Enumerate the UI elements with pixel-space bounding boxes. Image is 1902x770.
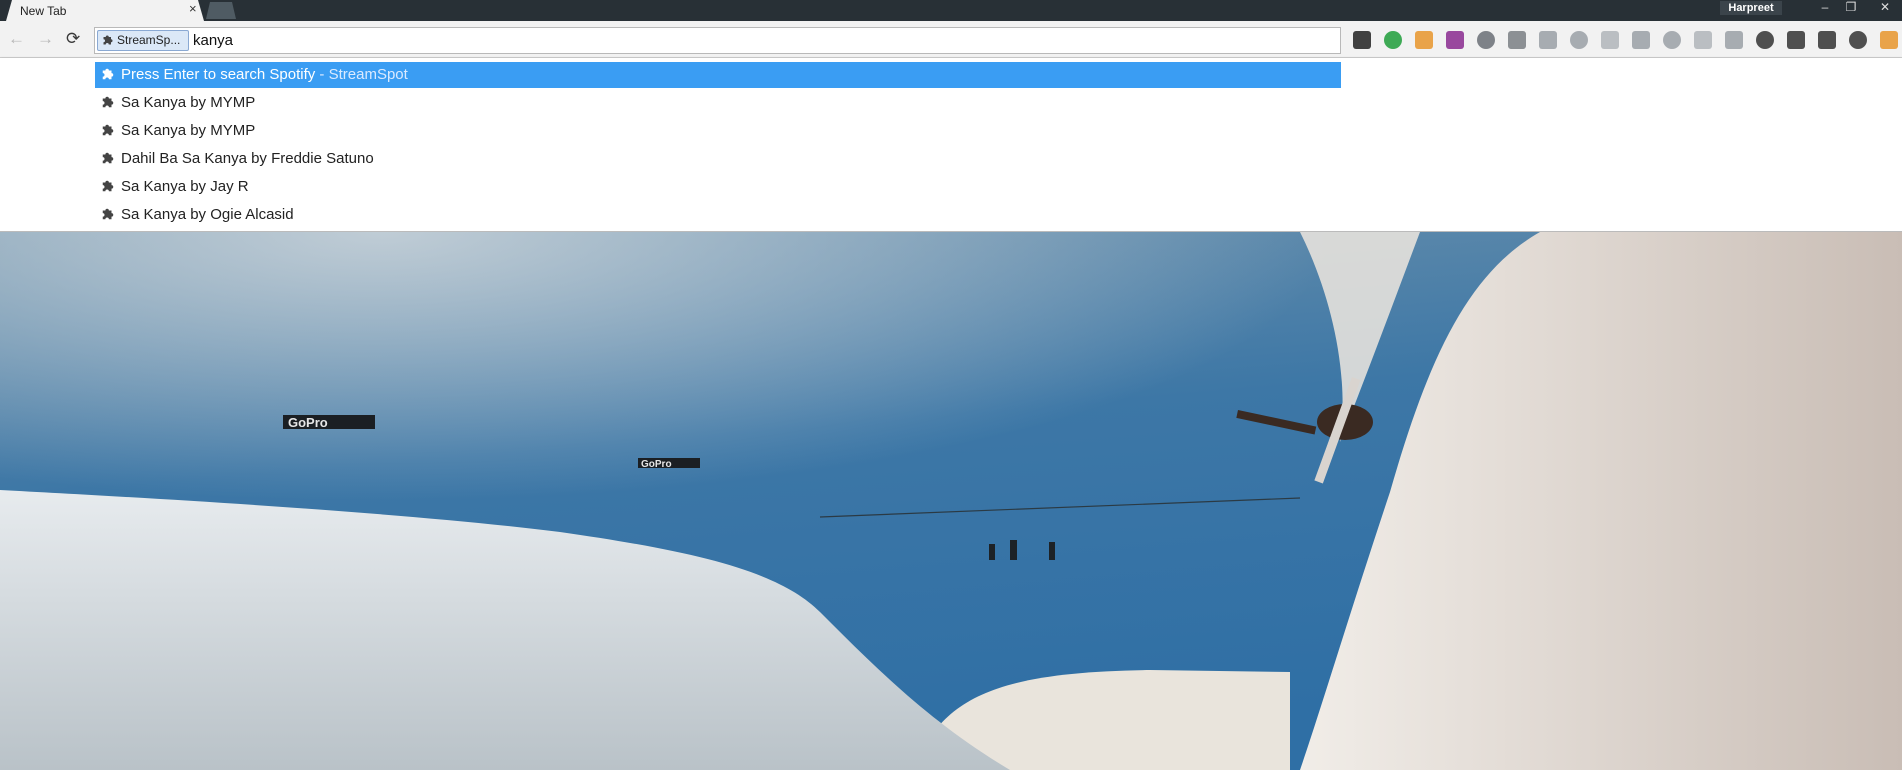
suggestion-text: Sa Kanya by Ogie Alcasid: [121, 206, 294, 223]
forward-button[interactable]: →: [37, 30, 54, 48]
ublock-shield-icon[interactable]: [1474, 28, 1498, 52]
puzzle-icon: [102, 180, 114, 192]
suggestion-text: Press Enter to search Spotify: [121, 66, 316, 83]
toolbar: ← → ⟳ StreamSp... kanya: [0, 21, 1902, 58]
omnibox-dropdown: Press Enter to search Spotify - StreamSp…: [0, 58, 1902, 232]
suggestion-item[interactable]: Sa Kanya by MYMP: [95, 118, 1341, 144]
puzzle-icon: [102, 124, 114, 136]
tab-new-tab[interactable]: New Tab ×: [6, 0, 204, 21]
pocket-icon[interactable]: [1753, 28, 1777, 52]
cloud-sync-icon[interactable]: [1598, 28, 1622, 52]
minimize-button[interactable]: –: [1814, 0, 1836, 16]
maximize-button[interactable]: ❐: [1840, 0, 1862, 16]
tab-close-icon[interactable]: ×: [189, 2, 197, 16]
gopro-banner-1-text: GoPro: [288, 415, 328, 430]
new-tab-button[interactable]: [206, 2, 236, 19]
extensions-bar: [1350, 28, 1901, 52]
profile-button[interactable]: Harpreet: [1720, 1, 1782, 15]
puzzle-icon: [102, 96, 114, 108]
css-icon[interactable]: [1536, 28, 1560, 52]
suggestion-item[interactable]: Sa Kanya by Jay R: [95, 174, 1341, 200]
suggestion-item[interactable]: Press Enter to search Spotify - StreamSp…: [95, 62, 1341, 88]
omnibox-query[interactable]: kanya: [193, 32, 233, 49]
wheel-icon[interactable]: [1815, 28, 1839, 52]
close-window-button[interactable]: ✕: [1874, 0, 1896, 16]
d-green-circle-icon[interactable]: [1381, 28, 1405, 52]
ext-overflow-icon[interactable]: [1877, 28, 1901, 52]
suggestion-text: Dahil Ba Sa Kanya by Freddie Satuno: [121, 150, 374, 167]
gopro-banner-2-text: GoPro: [641, 459, 672, 470]
s-box-icon[interactable]: [1846, 28, 1870, 52]
puzzle-icon: [103, 35, 113, 45]
suggestion-item[interactable]: Dahil Ba Sa Kanya by Freddie Satuno: [95, 146, 1341, 172]
m-circle-icon[interactable]: [1691, 28, 1715, 52]
drive-icon[interactable]: [1567, 28, 1591, 52]
title-bar: New Tab × Harpreet – ❐ ✕: [0, 0, 1902, 21]
keyword-chip-label: StreamSp...: [117, 33, 181, 47]
back-button[interactable]: ←: [8, 30, 25, 48]
cast-icon[interactable]: [1784, 28, 1808, 52]
puzzle-icon: [102, 208, 114, 220]
puzzle-icon: [102, 68, 114, 80]
puzzle-icon: [102, 152, 114, 164]
k-box-icon[interactable]: [1660, 28, 1684, 52]
suggestion-item[interactable]: Sa Kanya by MYMP: [95, 90, 1341, 116]
tab-title: New Tab: [20, 4, 67, 18]
database-icon[interactable]: [1722, 28, 1746, 52]
magnifier-icon[interactable]: [1629, 28, 1653, 52]
purple-s-icon[interactable]: [1443, 28, 1467, 52]
reload-button[interactable]: ⟳: [66, 30, 80, 48]
new-tab-background-photo: GoPro GoPro: [0, 232, 1902, 770]
suggestion-text: Sa Kanya by MYMP: [121, 122, 256, 139]
s-green-arrow-icon[interactable]: [1350, 28, 1374, 52]
grey-circle-icon[interactable]: [1505, 28, 1529, 52]
orange-bag-icon[interactable]: [1412, 28, 1436, 52]
suggestion-description: - StreamSpot: [315, 66, 408, 83]
omnibox[interactable]: StreamSp... kanya: [94, 27, 1341, 54]
suggestion-text: Sa Kanya by MYMP: [121, 94, 256, 111]
search-keyword-chip[interactable]: StreamSp...: [97, 30, 189, 51]
suggestion-item[interactable]: Sa Kanya by Ogie Alcasid: [95, 202, 1341, 228]
suggestion-text: Sa Kanya by Jay R: [121, 178, 249, 195]
